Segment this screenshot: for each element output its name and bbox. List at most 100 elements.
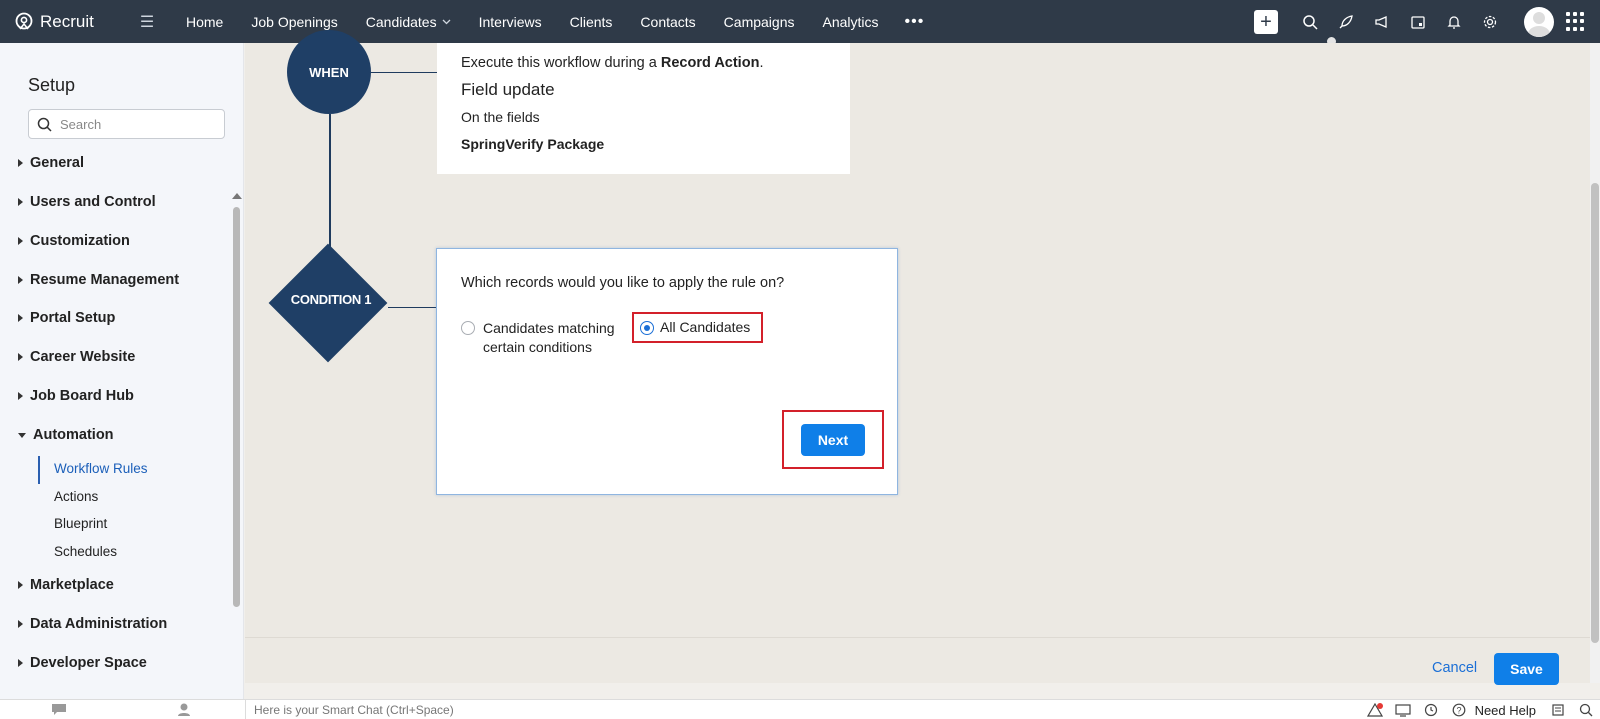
sidebar-item-portal-setup[interactable]: Portal Setup (18, 310, 115, 326)
caret-right-icon (18, 620, 23, 628)
main-nav: Home Job Openings Candidates Interviews … (172, 0, 936, 43)
nav-clients-label: Clients (569, 13, 613, 30)
bottom-bar: Here is your Smart Chat (Ctrl+Space) ? N… (0, 699, 1600, 719)
radio-candidates-matching[interactable] (461, 321, 475, 335)
smart-chat-input[interactable]: Here is your Smart Chat (Ctrl+Space) (245, 700, 1335, 719)
sidebar-item-label: Users and Control (30, 194, 156, 210)
when-execute-prefix: Execute this workflow during a (461, 55, 661, 71)
main-scrollbar[interactable] (1590, 43, 1600, 683)
cancel-button[interactable]: Cancel (1432, 660, 1477, 676)
nav-contacts-label: Contacts (640, 13, 696, 30)
notes-icon[interactable] (1544, 700, 1572, 719)
save-button[interactable]: Save (1494, 653, 1559, 685)
sidebar-item-label: Portal Setup (30, 310, 116, 326)
apps-grid-icon[interactable] (1566, 11, 1586, 32)
sidebar-item-career-website[interactable]: Career Website (18, 349, 135, 365)
sidebar-subitem-actions[interactable]: Actions (54, 489, 98, 504)
nav-analytics[interactable]: Analytics (809, 0, 893, 43)
brand-logo[interactable]: Recruit (14, 12, 124, 32)
connector-line-vertical (329, 114, 331, 262)
when-field-name: SpringVerify Package (461, 136, 605, 152)
hamburger-menu-icon[interactable]: ☰ (132, 12, 162, 32)
nav-contacts[interactable]: Contacts (626, 0, 709, 43)
sidebar-item-automation[interactable]: Automation (18, 427, 114, 443)
sidebar-scroll-thumb[interactable] (233, 207, 240, 607)
contacts-icon[interactable] (175, 702, 193, 716)
calendar-icon[interactable] (1400, 0, 1436, 43)
nav-home[interactable]: Home (172, 0, 237, 43)
sidebar-item-data-administration[interactable]: Data Administration (18, 616, 167, 632)
sidebar-item-users-and-control[interactable]: Users and Control (18, 194, 156, 210)
sidebar-item-customization[interactable]: Customization (18, 233, 130, 249)
top-right-tools: + (1254, 0, 1600, 43)
condition-question: Which records would you like to apply th… (461, 275, 785, 291)
when-node-label: WHEN (309, 64, 349, 80)
condition-node-label: CONDITION 1 (290, 292, 372, 307)
nav-campaigns[interactable]: Campaigns (710, 0, 809, 43)
quick-create-plus-icon[interactable]: + (1254, 9, 1278, 34)
nav-clients[interactable]: Clients (556, 0, 627, 43)
brand-name: Recruit (40, 11, 94, 31)
when-node[interactable]: WHEN (287, 30, 371, 114)
sidebar-item-label: Career Website (30, 349, 136, 365)
caret-right-icon (18, 581, 23, 589)
when-execute-line: Execute this workflow during a Record Ac… (461, 55, 826, 71)
sidebar-subitem-schedules[interactable]: Schedules (54, 544, 117, 559)
top-navigation-bar: Recruit ☰ Home Job Openings Candidates I… (0, 0, 1600, 43)
sidebar-item-label: Resume Management (30, 272, 180, 288)
screen-icon[interactable] (1389, 700, 1417, 719)
sidebar-item-marketplace[interactable]: Marketplace (18, 577, 114, 593)
sidebar-item-label: Job Board Hub (30, 388, 134, 404)
recruit-logo-icon (15, 12, 33, 29)
option-all-candidates-label[interactable]: All Candidates (660, 319, 750, 335)
nav-interviews-label: Interviews (478, 13, 542, 30)
main-scroll-thumb[interactable] (1591, 183, 1599, 643)
chevron-down-icon (442, 19, 451, 24)
sidebar-item-developer-space[interactable]: Developer Space (18, 655, 147, 671)
nav-home-label: Home (186, 13, 224, 30)
sidebar-item-resume-management[interactable]: Resume Management (18, 272, 179, 288)
footer-action-bar (245, 637, 1590, 683)
nav-interviews[interactable]: Interviews (465, 0, 556, 43)
option-candidates-matching-label[interactable]: Candidates matching certain conditions (483, 319, 628, 357)
active-indicator-bar (38, 456, 40, 484)
caret-right-icon (18, 159, 23, 167)
caret-right-icon (18, 659, 23, 667)
help-icon[interactable]: ? (1445, 700, 1473, 719)
megaphone-icon[interactable] (1364, 0, 1400, 43)
setup-search-box[interactable] (28, 109, 225, 139)
radio-all-candidates[interactable] (640, 321, 654, 335)
need-help-label[interactable]: Need Help (1475, 703, 1536, 718)
alert-icon[interactable] (1361, 700, 1389, 719)
bell-icon[interactable] (1436, 0, 1472, 43)
user-avatar[interactable] (1524, 6, 1554, 37)
search-icon[interactable] (1572, 700, 1600, 719)
more-nav-icon[interactable]: ••• (893, 13, 937, 31)
when-execute-suffix: . (759, 55, 764, 71)
scroll-up-arrow-icon[interactable] (232, 193, 242, 199)
chat-icon[interactable] (50, 702, 68, 716)
history-icon[interactable] (1417, 700, 1445, 719)
sidebar-item-label: General (30, 155, 84, 171)
when-fields-label: On the fields (461, 109, 540, 125)
search-icon[interactable] (1292, 0, 1328, 43)
setup-search-input[interactable] (60, 116, 210, 132)
svg-text:?: ? (1456, 706, 1461, 716)
caret-right-icon (18, 276, 23, 284)
sidebar-subitem-workflow-rules[interactable]: Workflow Rules (54, 461, 148, 476)
sidebar-scrollbar[interactable] (232, 193, 242, 719)
search-icon (37, 117, 52, 132)
gear-icon[interactable] (1472, 0, 1508, 43)
sidebar-item-label: Developer Space (30, 655, 147, 671)
sidebar-subitem-blueprint[interactable]: Blueprint (54, 516, 107, 531)
nav-candidates[interactable]: Candidates (352, 0, 465, 43)
sidebar-item-general[interactable]: General (18, 155, 84, 171)
sidebar-item-job-board-hub[interactable]: Job Board Hub (18, 388, 134, 404)
sidebar-item-label: Automation (33, 427, 114, 443)
connector-line-condition (388, 307, 436, 308)
next-button[interactable]: Next (801, 424, 865, 456)
when-details-card[interactable]: Execute this workflow during a Record Ac… (437, 43, 850, 174)
caret-right-icon (18, 314, 23, 322)
caret-right-icon (18, 198, 23, 206)
nav-analytics-label: Analytics (822, 13, 879, 30)
